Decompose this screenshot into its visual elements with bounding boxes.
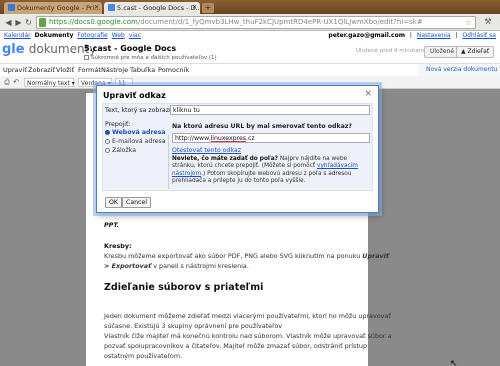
close-icon[interactable]: × [364,89,372,99]
radio-dot [105,139,110,144]
help-text: Neviete, čo máte zadať do poľa? Najprv n… [172,156,368,186]
undo-icon[interactable]: ↶ [12,78,20,87]
gbar-link-web[interactable]: Web [112,32,125,39]
browser-toolbar: ◀ ▶ ↻ https://docs0.google.com/document/… [0,14,500,31]
close-tab-icon[interactable]: ✕ [192,2,197,14]
reload-icon[interactable]: ↻ [23,17,34,28]
settings-link[interactable]: Nastavenia [417,32,451,39]
display-text-label: Text, ktorý sa zobrazí: [105,107,173,114]
radio-dot [105,130,110,135]
doc-paragraph-line: pozvať spolupracovníkov a čitateľov. Maj… [104,342,368,350]
radio-web-address[interactable]: Webová adresa [105,129,166,136]
menu-edit[interactable]: Upraviť [3,64,27,76]
docs-favicon-icon [8,4,15,11]
doc-text-run: > Exportovať [104,262,152,270]
radio-label: Záložka [112,147,137,154]
radio-dot [105,148,110,153]
doc-paragraph-line: Jeden dokument môžeme zdieľať medzi viac… [104,312,391,320]
url-input[interactable]: http://www.linuxexpres.cz [172,133,370,143]
sharing-status-text: Súkromné pre mňa a ďalších používateľov … [91,55,217,61]
menu-tools[interactable]: Nástroje [101,64,128,76]
lock-icon [39,18,46,27]
dialog-title: Upraviť odkaz [103,91,166,100]
doc-line-ppt: PPT. [104,221,120,229]
sharing-status[interactable]: Súkromné pre mňa a ďalších používateľov … [84,55,217,61]
cancel-button[interactable]: Cancel [122,197,151,208]
new-tab-button[interactable]: + [202,3,214,13]
radio-bookmark[interactable]: Záložka [105,147,136,154]
help-text-bold: Neviete, čo máte zadať do poľa? [172,156,278,162]
lock-icon [84,55,89,60]
doc-paragraph-line: > Exportovať v paneli s nástrojmi kresle… [104,261,249,271]
google-docs-logo[interactable]: gle dokumenty [2,42,96,57]
docs-favicon-icon [108,4,115,11]
ok-button[interactable]: OK [105,197,122,208]
print-icon[interactable]: ⎙ [3,78,11,87]
doc-paragraph-line: súčasne. Existujú 3 skupiny oprávnení pr… [104,322,283,330]
doc-text-run: Upraviť [362,252,389,260]
close-tab-icon[interactable]: ✕ [94,2,99,14]
doc-heading-drawings: Kresby: [104,242,132,250]
menu-help[interactable]: Pomocník [158,64,189,76]
test-link[interactable]: Otestovať tento odkaz [172,147,241,154]
url-host: docs0.google.com [74,18,138,26]
logo-google: gle [2,42,25,57]
docs-header: gle dokumenty 5.cast - Google Docs Súkro… [0,40,500,64]
doc-paragraph-line: ostatným používateľom. [104,352,183,360]
user-email: peter.gazo@gmail.com [328,32,405,39]
signout-link[interactable]: Odhlásiť sa [462,32,496,39]
browser-tabstrip: Dokumenty Google - Pri... ✕ 5.cast - Goo… [0,0,500,14]
saved-status: Uložené pred 4 minútami [356,48,426,54]
doc-text-run: v paneli s nástrojmi kreslenia. [151,262,249,270]
radio-email-address[interactable]: E-mailová adresa [105,138,166,145]
gbar-link-more[interactable]: viac [129,32,141,39]
radio-label: E-mailová adresa [112,138,166,145]
radio-label: Webová adresa [112,129,166,136]
gbar-link-calendar[interactable]: Kalendár [4,32,31,39]
doc-heading-sharing: Zdieľanie súborov s priateľmi [104,282,264,293]
menu-table[interactable]: Tabuľka [130,64,155,76]
mouse-cursor-icon: ↖ [450,359,458,366]
doc-text-run: Kresbu môžeme exportovať ako súbor PDF, … [104,252,363,260]
bookmark-star-icon[interactable]: ☆ [465,17,472,28]
menu-insert[interactable]: Vložiť [56,64,74,76]
share-button-label: Zdieľať [467,48,490,55]
url-question-label: Na ktorú adresu URL by mal smerovať tent… [172,123,352,130]
display-text-input[interactable]: kliknu tu [170,105,370,115]
dialog-separator [168,135,169,189]
edit-link-dialog: Upraviť odkaz × Text, ktorý sa zobrazí: … [96,85,379,213]
tab-label: 5.cast - Google Docs - D... [117,4,200,12]
url-scheme: https:// [49,18,75,26]
doc-paragraph-line: Kresbu môžeme exportovať ako súbor PDF, … [104,251,389,261]
url-path: /document/d/1_fyQmvb3LHw_thuF2kCJUpmtRD4… [137,18,423,26]
style-select[interactable]: Normálny text ▾ [24,78,75,87]
url-text-run: http://www. [175,135,211,142]
doc-paragraph-line: Vlastník čiže majiteľ má konečnú kontrol… [104,332,392,340]
menu-view[interactable]: Zobraziť [28,64,55,76]
document-title[interactable]: 5.cast - Google Docs [84,44,176,53]
link-to-label: Prepojiť: [105,121,131,128]
menu-format[interactable]: Formát [78,64,101,76]
gbar-link-photos[interactable]: Fotografie [77,32,107,39]
gbar-link-docs[interactable]: Dokumenty [35,32,74,39]
style-select-value: Normálny text [27,80,70,87]
url-text-run: .cz [246,135,255,142]
address-bar[interactable]: https://docs0.google.com/document/d/1_fy… [36,16,476,29]
tab-label: Dokumenty Google - Pri... [17,4,101,12]
share-icon: ▲ [461,48,466,55]
wrench-icon[interactable]: ⚒ [481,17,495,28]
share-button[interactable]: ▲ Zdieľať [456,46,495,58]
dialog-body: Text, ktorý sa zobrazí: kliknu tu Prepoj… [102,103,373,191]
url-text-run: linuxexpres [210,135,247,142]
google-bar: Kalendár Dokumenty Fotografie Web viac peter… [0,31,500,40]
browser-tab-document[interactable]: 5.cast - Google Docs - D... ✕ [104,2,200,14]
new-version-link[interactable]: Nová verzia dokumentu [418,64,500,76]
save-button[interactable]: Uložené [424,46,461,58]
browser-tab-docs-list[interactable]: Dokumenty Google - Pri... ✕ [4,2,102,14]
